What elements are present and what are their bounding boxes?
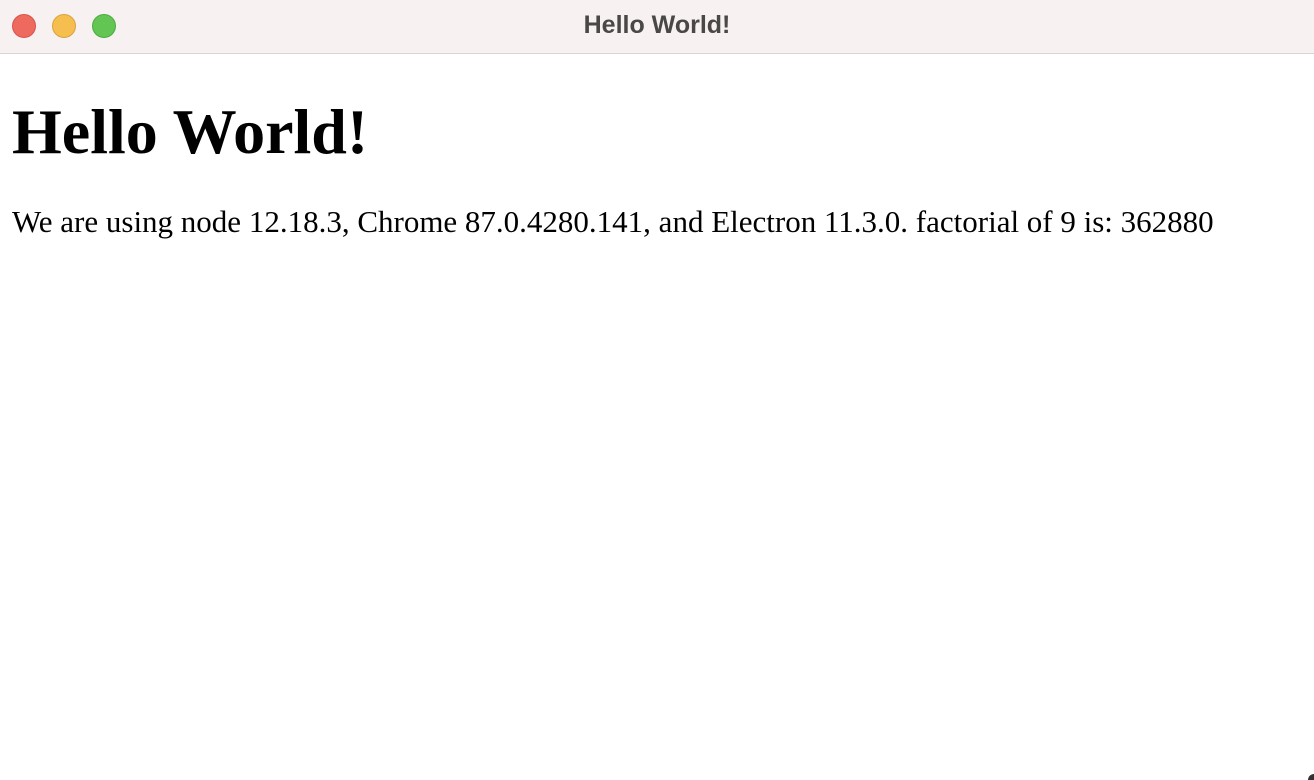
title-bar[interactable]: Hello World!: [0, 0, 1314, 54]
app-window: Hello World! Hello World! We are using n…: [0, 0, 1314, 780]
version-info-text: We are using node 12.18.3, Chrome 87.0.4…: [12, 204, 1214, 239]
page-heading: Hello World!: [12, 96, 369, 167]
window-resize-handle[interactable]: [1308, 774, 1314, 780]
window-title: Hello World!: [583, 11, 731, 39]
page-content: Hello World! We are using node 12.18.3, …: [12, 54, 1302, 240]
